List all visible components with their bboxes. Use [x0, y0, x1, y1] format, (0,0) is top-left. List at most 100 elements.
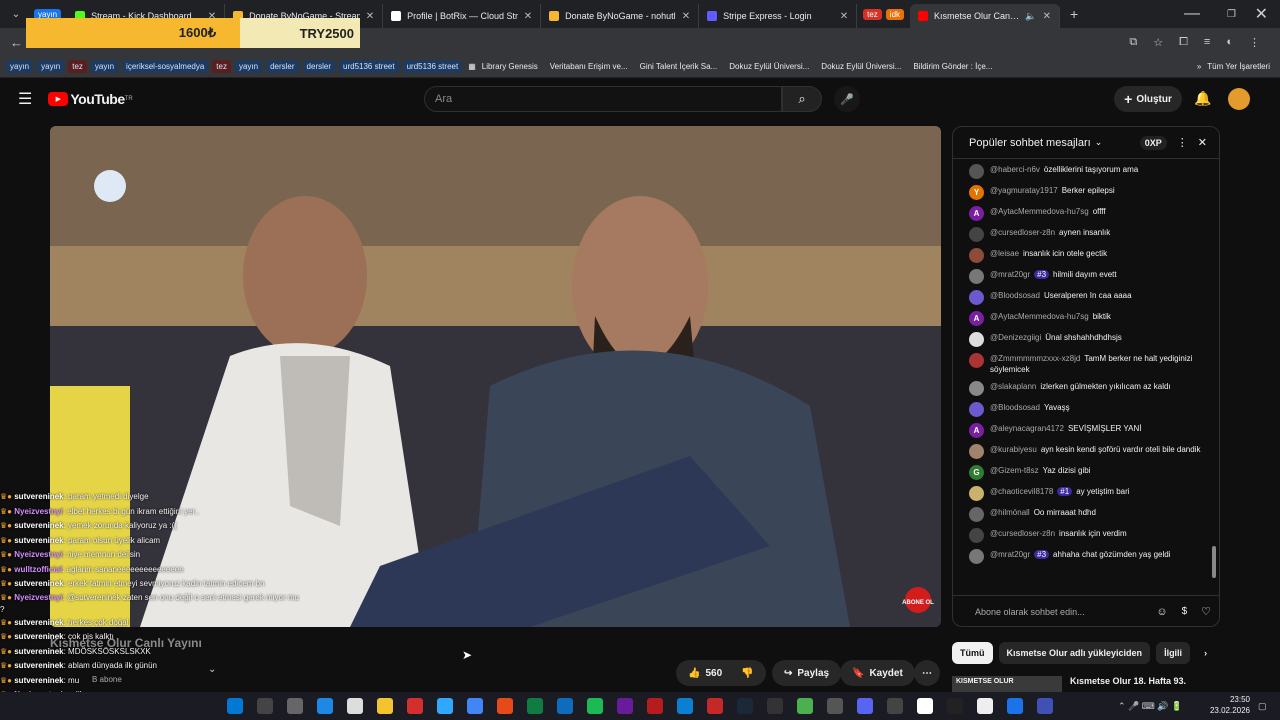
chat-username[interactable]: @Bloodsosad: [990, 403, 1040, 412]
filter-chip-all[interactable]: Tümü: [952, 642, 993, 664]
super-chat-icon[interactable]: $: [1182, 606, 1188, 617]
taskbar-app-icon[interactable]: [407, 698, 423, 714]
like-icon[interactable]: 👍: [688, 668, 700, 679]
taskbar-app-icon[interactable]: [377, 698, 393, 714]
taskbar-app-icon[interactable]: [947, 698, 963, 714]
taskbar-app-icon[interactable]: [587, 698, 603, 714]
media-icon[interactable]: ≡: [1204, 36, 1210, 49]
chat-username[interactable]: @aleynacagran4172: [990, 424, 1064, 433]
taskbar-app-icon[interactable]: [497, 698, 513, 714]
taskbar-app-icon[interactable]: [977, 698, 993, 714]
close-tab-icon[interactable]: ✕: [524, 11, 532, 22]
chat-message[interactable]: @Bloodsosad Useralperen In caa aaaa: [953, 287, 1219, 308]
chat-username[interactable]: @chaoticevil8178: [990, 487, 1053, 496]
taskbar-app-icon[interactable]: [707, 698, 723, 714]
bookmark-link[interactable]: Dokuz Eylül Üniversi...: [821, 62, 901, 71]
chat-message[interactable]: @mrat20gr #3 ahhaha chat gözümden yaş geld…: [953, 546, 1219, 567]
avatar[interactable]: [969, 528, 984, 543]
chevron-down-icon[interactable]: ⌄: [1095, 137, 1103, 148]
create-button[interactable]: + Oluştur: [1114, 86, 1182, 112]
avatar[interactable]: [969, 269, 984, 284]
avatar[interactable]: [969, 444, 984, 459]
minimize-icon[interactable]: —: [1184, 5, 1200, 23]
avatar[interactable]: [969, 402, 984, 417]
bookmark-folder-chip[interactable]: tez: [68, 60, 87, 73]
chat-message[interactable]: @Bloodsosad Yavaşş: [953, 399, 1219, 420]
chat-message[interactable]: @cursedloser-z8n aynen insanlık: [953, 224, 1219, 245]
new-tab-button[interactable]: +: [1070, 6, 1078, 22]
taskbar-app-icon[interactable]: [557, 698, 573, 714]
bookmark-folder-chip[interactable]: urd5136 street: [402, 60, 463, 73]
emoji-icon[interactable]: ☺: [1156, 606, 1167, 618]
bookmark-link[interactable]: Veritabanı Erişim ve...: [550, 62, 628, 71]
bookmark-folder-chip[interactable]: yayın: [6, 60, 34, 73]
extensions-icon[interactable]: ⧠: [1179, 36, 1188, 49]
chat-username[interactable]: @mrat20gr: [990, 270, 1030, 279]
bookmark-folder-chip[interactable]: yayın: [37, 60, 65, 73]
taskbar-app-icon[interactable]: [647, 698, 663, 714]
taskbar-app-icon[interactable]: [287, 698, 303, 714]
bookmark-folder-chip[interactable]: yayın: [234, 60, 263, 73]
taskbar-app-icon[interactable]: [347, 698, 363, 714]
bookmark-star-icon[interactable]: ☆: [1153, 36, 1163, 49]
tab-3[interactable]: Donate ByNoGame - nohutlufa ✕: [541, 4, 700, 28]
chat-username[interactable]: @AytacMemmedova-hu7sg: [990, 312, 1089, 321]
chat-username[interactable]: @Zmmmmmmzxxx-xz8jd: [990, 354, 1080, 363]
chat-username[interactable]: @yagmuratay1917: [990, 186, 1058, 195]
apps-grid-icon[interactable]: ▦: [468, 62, 476, 71]
maximize-icon[interactable]: ❐: [1227, 9, 1236, 20]
youtube-logo[interactable]: ▶ YouTube TR: [48, 91, 133, 107]
back-icon[interactable]: ←: [10, 35, 23, 50]
clock[interactable]: 23:50 23.02.2026: [1196, 694, 1250, 716]
chat-message[interactable]: @haberci-n6v özelliklerini taşıyorum ama: [953, 161, 1219, 182]
bookmark-folder-chip[interactable]: yayın: [90, 60, 119, 73]
all-bookmarks-link[interactable]: Tüm Yer İşaretleri: [1207, 62, 1270, 71]
bookmark-link[interactable]: Gini Talent İçerik Sa...: [640, 62, 718, 71]
chat-message[interactable]: Y @yagmuratay1917 Berker epilepsi: [953, 182, 1219, 203]
chat-username[interactable]: @Denizezgiigi: [990, 333, 1041, 342]
bookmark-folder-chip[interactable]: urd5136 street: [339, 60, 399, 73]
chat-message[interactable]: @Zmmmmmmzxxx-xz8jd TamM berker ne halt ye…: [953, 350, 1219, 378]
save-button[interactable]: 🔖 Kaydet: [840, 660, 915, 686]
heart-icon[interactable]: ♡: [1201, 605, 1211, 618]
avatar[interactable]: [1228, 88, 1250, 110]
close-tab-icon[interactable]: ✕: [1043, 11, 1051, 22]
expand-chevron-icon[interactable]: ⌄: [208, 664, 216, 675]
filter-chip-related[interactable]: İlgili: [1156, 642, 1191, 664]
avatar[interactable]: [969, 248, 984, 263]
taskbar-app-icon[interactable]: [917, 698, 933, 714]
avatar[interactable]: [969, 290, 984, 305]
taskbar-app-icon[interactable]: [257, 698, 273, 714]
avatar[interactable]: [969, 164, 984, 179]
taskbar-app-icon[interactable]: [797, 698, 813, 714]
system-tray[interactable]: ⌃ 🎤 ⌨ 🔊 🔋: [1118, 701, 1182, 712]
bookmark-link[interactable]: Bildirim Gönder : İçe...: [913, 62, 992, 71]
xp-badge[interactable]: 0XP: [1139, 135, 1167, 150]
search-input[interactable]: Ara: [424, 86, 782, 112]
bookmark-folder-chip[interactable]: içeriksel-sosyalmedya: [122, 60, 209, 73]
chat-message[interactable]: @leisae insanlık icin otele gectik: [953, 245, 1219, 266]
tab-4[interactable]: Stripe Express - Login ✕: [699, 4, 858, 28]
avatar[interactable]: A: [969, 423, 984, 438]
chat-username[interactable]: @AytacMemmedova-hu7sg: [990, 207, 1089, 216]
taskbar-app-icon[interactable]: [617, 698, 633, 714]
chat-username[interactable]: @haberci-n6v: [990, 165, 1040, 174]
next-chevron-icon[interactable]: ›: [1196, 642, 1215, 664]
avatar[interactable]: [969, 227, 984, 242]
taskbar-app-icon[interactable]: [467, 698, 483, 714]
bookmark-link[interactable]: Library Genesis: [482, 62, 538, 71]
avatar[interactable]: [969, 549, 984, 564]
bookmark-folder-chip[interactable]: dersler: [266, 60, 299, 73]
chat-message[interactable]: @kurabiyesu ayn kesin kendi şoförü vardır…: [953, 441, 1219, 462]
chat-username[interactable]: @Bloodsosad: [990, 291, 1040, 300]
chat-username[interactable]: @leisae: [990, 249, 1019, 258]
hamburger-menu-icon[interactable]: ☰: [18, 89, 32, 109]
bookmark-link[interactable]: Dokuz Eylül Üniversi...: [729, 62, 809, 71]
tab-group-pill-tez[interactable]: tez: [863, 8, 882, 20]
taskbar-app-icon[interactable]: [1037, 698, 1053, 714]
chat-message[interactable]: @hilmönall Oo mirraaat hdhd: [953, 504, 1219, 525]
close-chat-icon[interactable]: ✕: [1198, 136, 1207, 149]
chat-message[interactable]: A @aleynacagran4172 SEVİŞMİŞLER YANİ: [953, 420, 1219, 441]
notifications-bell-icon[interactable]: 🔔: [1194, 90, 1211, 107]
close-tab-icon[interactable]: ✕: [682, 11, 690, 22]
